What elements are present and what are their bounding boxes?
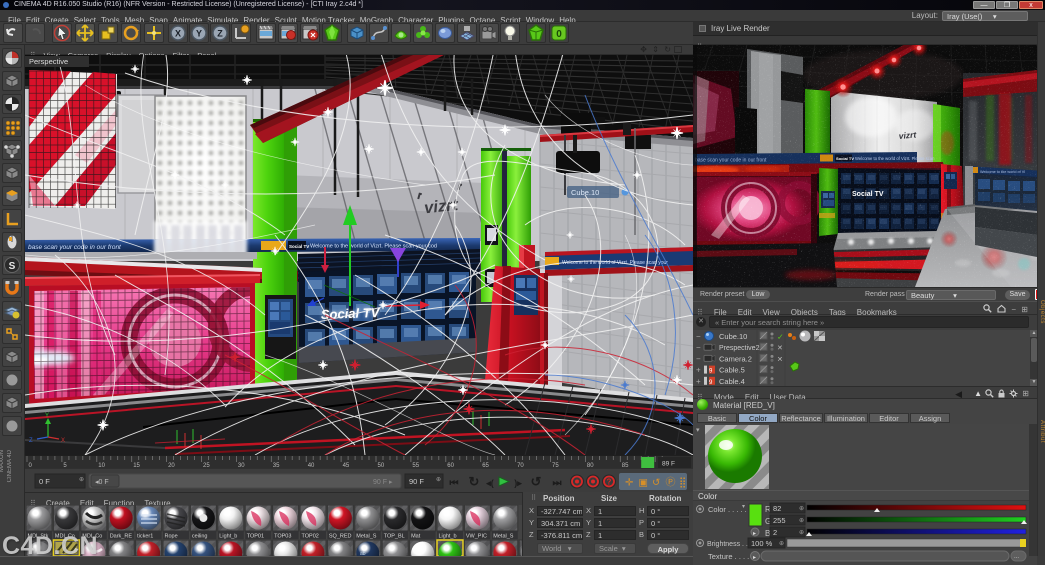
svg-text:Mat: Mat — [411, 534, 421, 540]
svg-text:▣: ▣ — [639, 478, 648, 489]
svg-text:Rope: Rope — [165, 534, 178, 540]
svg-text:0: 0 — [556, 29, 562, 40]
svg-text:X: X — [61, 438, 65, 444]
svg-text:Cable.4: Cable.4 — [719, 377, 745, 386]
svg-text:100 %: 100 % — [751, 539, 773, 548]
svg-text:⣿: ⣿ — [679, 478, 686, 489]
svg-text:−: − — [696, 354, 701, 363]
svg-text:0 F: 0 F — [39, 477, 50, 486]
svg-text:SQ_RED: SQ_RED — [329, 534, 352, 540]
svg-text:)▸: )▸ — [514, 478, 522, 488]
svg-text:−: − — [696, 343, 701, 352]
svg-text:82: 82 — [773, 504, 781, 513]
svg-text:↺: ↺ — [652, 478, 660, 489]
svg-text:⊕: ⊕ — [436, 477, 441, 483]
svg-text:TOP01: TOP01 — [247, 534, 264, 540]
svg-text:Brightness . . .: Brightness . . . — [707, 541, 752, 548]
svg-text:⏮: ⏮ — [450, 478, 459, 489]
svg-text:+: + — [696, 366, 701, 375]
svg-text:255: 255 — [773, 516, 786, 525]
svg-text:Cube.10: Cube.10 — [719, 332, 747, 341]
svg-text:⊕: ⊕ — [799, 506, 804, 512]
svg-text:90 F ▸: 90 F ▸ — [373, 479, 393, 486]
svg-text:base scan your code in our fro: base scan your code in our front — [28, 244, 122, 251]
svg-text:Color . . . . .: Color . . . . . — [708, 505, 747, 514]
svg-text:TOP02: TOP02 — [302, 534, 319, 540]
svg-text:2: 2 — [773, 528, 777, 537]
svg-text:Z: Z — [217, 29, 223, 39]
svg-text:⏭: ⏭ — [553, 478, 562, 489]
svg-text:✕: ✕ — [777, 345, 783, 352]
svg-text:TOP_BL: TOP_BL — [384, 534, 405, 540]
svg-text:S: S — [9, 261, 16, 272]
svg-text:Z: Z — [29, 438, 33, 444]
svg-text:◂0 F: ◂0 F — [95, 479, 109, 486]
svg-text:...: ... — [1014, 554, 1019, 560]
svg-text:Y: Y — [196, 29, 202, 39]
svg-text:90 F: 90 F — [409, 477, 424, 486]
svg-text:Cable.5: Cable.5 — [719, 366, 745, 375]
svg-text:Y: Y — [45, 413, 49, 419]
svg-text:89 F: 89 F — [662, 461, 675, 468]
svg-text:▾: ▾ — [696, 427, 700, 434]
svg-text:Prespective2: Prespective2 — [719, 345, 760, 352]
svg-text:ticker1: ticker1 — [137, 534, 153, 540]
svg-text:Light_b: Light_b — [439, 534, 457, 540]
svg-text:✓: ✓ — [777, 333, 784, 342]
svg-text:Light_b: Light_b — [219, 534, 237, 540]
svg-text:✕: ✕ — [777, 356, 783, 363]
svg-text:Metal_S: Metal_S — [356, 534, 377, 540]
svg-text:VW_PIC: VW_PIC — [466, 534, 487, 540]
svg-text:Ⓟ: Ⓟ — [666, 477, 676, 489]
svg-text:Social TV: Social TV — [289, 244, 309, 249]
svg-text:↻: ↻ — [469, 474, 480, 489]
svg-text:✛: ✛ — [625, 478, 633, 489]
svg-text:⊕: ⊕ — [79, 477, 84, 483]
svg-text:⊕: ⊕ — [799, 518, 804, 524]
svg-text:▸: ▸ — [753, 531, 756, 537]
svg-text:⊕: ⊕ — [799, 530, 804, 536]
svg-text:−: − — [696, 332, 701, 341]
svg-text:▾: ▾ — [742, 504, 745, 510]
svg-text:ceiling: ceiling — [192, 534, 208, 540]
svg-text:⊕: ⊕ — [779, 541, 784, 547]
svg-text:+: + — [696, 377, 701, 386]
svg-text:Metal_S: Metal_S — [493, 534, 514, 540]
svg-text:X: X — [175, 29, 181, 39]
svg-text:↺: ↺ — [531, 474, 542, 489]
svg-text:?: ? — [607, 478, 612, 487]
svg-text:TOP03: TOP03 — [274, 534, 291, 540]
svg-text:Camera.2: Camera.2 — [719, 354, 752, 363]
svg-text:◂(: ◂( — [485, 478, 494, 488]
svg-text:Dark_RE: Dark_RE — [110, 534, 133, 540]
svg-text:▸: ▸ — [753, 555, 756, 561]
